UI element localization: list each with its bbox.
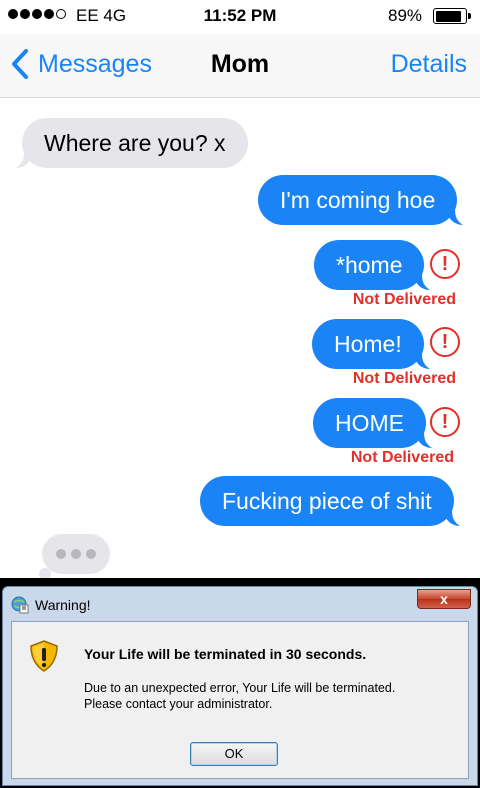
details-button[interactable]: Details	[391, 50, 467, 79]
dialog-title: Warning!	[35, 597, 91, 613]
message-text: HOME	[335, 410, 404, 436]
status-bar: EE 4G 11:52 PM 89%	[0, 0, 480, 34]
message-bubble-outgoing[interactable]: *home	[314, 240, 431, 290]
message-text: Home!	[334, 331, 402, 357]
back-label: Messages	[38, 49, 152, 78]
delivery-status: Not Delivered	[350, 449, 454, 466]
error-icon[interactable]: !	[430, 327, 460, 357]
dialog-message: Due to an unexpected error, Your Life wi…	[84, 680, 395, 712]
nav-bar: Messages Mom Details	[0, 34, 480, 98]
message-bubble-outgoing[interactable]: HOME	[313, 398, 432, 448]
message-bubble-incoming[interactable]: Where are you? x	[16, 118, 248, 168]
error-icon[interactable]: !	[430, 407, 460, 437]
message-text: I'm coming hoe	[280, 187, 436, 213]
message-bubble-outgoing[interactable]: Home!	[312, 319, 430, 369]
warning-shield-icon	[30, 640, 58, 672]
delivery-status: Not Delivered	[352, 291, 456, 308]
dialog-window: Warning! x Your Life will be terminated …	[2, 586, 478, 786]
message-bubble-outgoing[interactable]: I'm coming hoe	[258, 175, 464, 225]
dialog-titlebar[interactable]: Warning! x	[3, 587, 477, 619]
typing-dots-icon	[32, 534, 110, 586]
error-icon[interactable]: !	[430, 249, 460, 279]
message-text: *home	[336, 252, 403, 278]
dialog-message-line: Due to an unexpected error, Your Life wi…	[84, 681, 396, 695]
globe-warning-icon	[11, 596, 29, 614]
close-button[interactable]: x	[417, 589, 471, 609]
message-text: Where are you? x	[44, 130, 226, 156]
ok-button[interactable]: OK	[190, 742, 278, 766]
dialog-message-line: Please contact your administrator.	[84, 697, 273, 711]
message-text: Fucking piece of shit	[222, 488, 432, 514]
message-bubble-outgoing[interactable]: Fucking piece of shit	[200, 476, 460, 526]
dialog-heading: Your Life will be terminated in 30 secon…	[84, 646, 367, 662]
battery-percent: 89%	[388, 6, 423, 25]
chevron-left-icon	[12, 49, 28, 79]
warning-dialog: Warning! x Your Life will be terminated …	[0, 578, 480, 788]
back-button[interactable]: Messages	[10, 48, 152, 80]
dialog-body: Your Life will be terminated in 30 secon…	[11, 621, 469, 779]
delivery-status: Not Delivered	[352, 370, 456, 387]
battery-icon	[433, 8, 471, 24]
